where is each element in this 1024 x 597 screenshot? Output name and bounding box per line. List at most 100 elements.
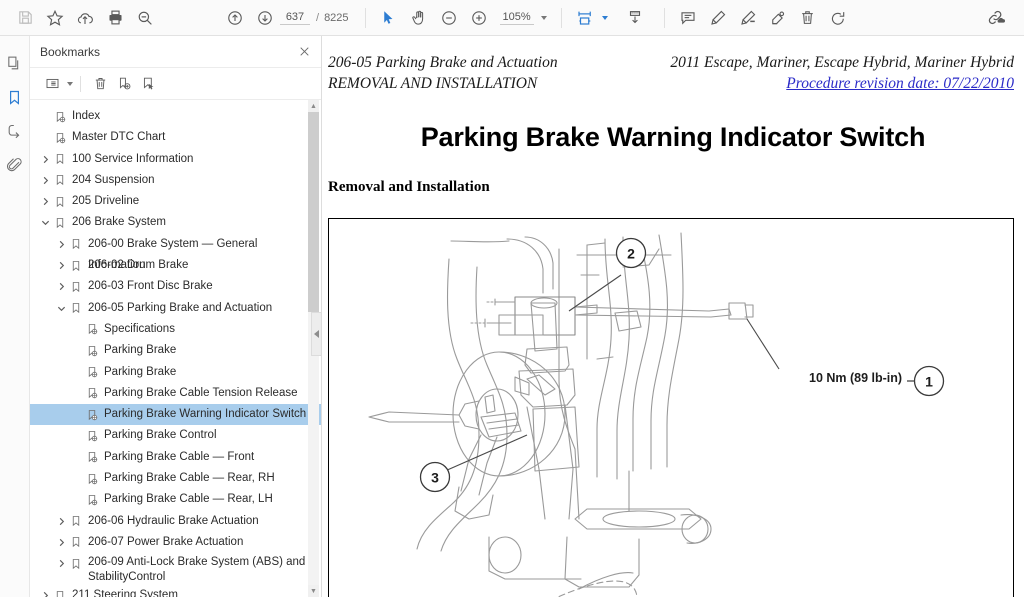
- bookmark-icon: [68, 234, 84, 255]
- fit-page-chevron-down-icon[interactable]: [602, 16, 608, 20]
- bookmark-item[interactable]: 206 Brake System: [30, 212, 321, 233]
- chevron-right-icon[interactable]: [54, 532, 68, 553]
- page-bookmark-icon: [84, 340, 100, 361]
- bookmark-item[interactable]: Parking Brake Cable — Rear, LH: [30, 489, 321, 510]
- share-link-icon[interactable]: [980, 4, 1010, 32]
- bookmarks-tree[interactable]: IndexMaster DTC Chart100 Service Informa…: [30, 100, 321, 597]
- bookmark-item[interactable]: 205 Driveline: [30, 191, 321, 212]
- bookmark-item[interactable]: 211 Steering System: [30, 585, 321, 597]
- bookmark-item-label: 206-07 Power Brake Actuation: [88, 532, 243, 553]
- bookmark-item-label: Parking Brake: [104, 340, 176, 361]
- chevron-down-icon[interactable]: [54, 298, 68, 319]
- zoom-level-control[interactable]: 105%: [500, 11, 547, 25]
- chevron-right-icon[interactable]: [54, 276, 68, 297]
- chevron-right-icon[interactable]: [38, 191, 52, 212]
- scroll-mode-icon[interactable]: [620, 4, 650, 32]
- scroll-down-icon[interactable]: ▼: [308, 585, 319, 597]
- bookmark-item[interactable]: Parking Brake: [30, 340, 321, 361]
- chevron-down-icon[interactable]: [38, 212, 52, 233]
- chevron-down-icon[interactable]: [541, 16, 547, 20]
- page-bookmark-icon: [52, 106, 68, 127]
- page-number-input[interactable]: 637: [280, 11, 310, 25]
- print-icon[interactable]: [100, 4, 130, 32]
- chevron-right-icon[interactable]: [38, 170, 52, 191]
- bookmark-options-icon[interactable]: [40, 73, 64, 95]
- scroll-up-icon[interactable]: ▲: [308, 100, 319, 112]
- rotate-icon[interactable]: [823, 4, 853, 32]
- bookmark-item[interactable]: Master DTC Chart: [30, 127, 321, 148]
- comment-icon[interactable]: [673, 4, 703, 32]
- chevron-right-icon[interactable]: [54, 553, 68, 574]
- hand-tool-icon[interactable]: [404, 4, 434, 32]
- bookmark-icon: [52, 170, 68, 191]
- collapse-panel-handle[interactable]: [311, 312, 322, 356]
- zoom-level-value[interactable]: 105%: [500, 11, 534, 25]
- header-section-title: 206-05 Parking Brake and Actuation: [328, 52, 558, 73]
- bookmark-icon: [68, 511, 84, 532]
- stamp-icon[interactable]: [763, 4, 793, 32]
- header-procedure-type: REMOVAL AND INSTALLATION: [328, 73, 558, 94]
- new-bookmark-icon[interactable]: [112, 73, 136, 95]
- cloud-upload-icon[interactable]: [70, 4, 100, 32]
- bookmarks-panel-title: Bookmarks: [40, 45, 295, 59]
- bookmark-item[interactable]: Parking Brake Cable — Rear, RH: [30, 468, 321, 489]
- bookmark-item[interactable]: 206-06 Hydraulic Brake Actuation: [30, 511, 321, 532]
- bookmark-item-label: Master DTC Chart: [72, 127, 165, 148]
- bookmark-item-selected[interactable]: Parking Brake Warning Indicator Switch: [30, 404, 321, 425]
- bookmark-icon: [52, 585, 68, 597]
- bookmark-item[interactable]: 206-07 Power Brake Actuation: [30, 532, 321, 553]
- bookmark-item[interactable]: Specifications: [30, 319, 321, 340]
- chevron-right-icon[interactable]: [54, 234, 68, 255]
- navigation-rail: [0, 36, 30, 597]
- next-page-icon[interactable]: [250, 4, 280, 32]
- bookmarks-icon[interactable]: [0, 80, 30, 114]
- toolbar-divider-2: [561, 8, 562, 28]
- page-bookmark-icon: [84, 404, 100, 425]
- signature-pen-icon[interactable]: [733, 4, 763, 32]
- bookmark-item[interactable]: 206-00 Brake System — General Informatio…: [30, 234, 321, 255]
- delete-bookmark-icon[interactable]: [88, 73, 112, 95]
- bookmark-item-label: 206-02 Drum Brake: [88, 255, 188, 276]
- delete-icon[interactable]: [793, 4, 823, 32]
- bookmark-item[interactable]: Parking Brake: [30, 362, 321, 383]
- bookmark-item[interactable]: 206-03 Front Disc Brake: [30, 276, 321, 297]
- page-thumbnails-icon[interactable]: [0, 46, 30, 80]
- document-header-left: 206-05 Parking Brake and Actuation REMOV…: [328, 52, 558, 94]
- procedure-revision-date-link[interactable]: Procedure revision date: 07/22/2010: [786, 75, 1014, 92]
- bookmark-item[interactable]: Parking Brake Cable Tension Release: [30, 383, 321, 404]
- bookmark-item[interactable]: Index: [30, 106, 321, 127]
- attachments-icon[interactable]: [0, 148, 30, 182]
- bookmark-options-chevron-down-icon[interactable]: [67, 82, 73, 86]
- bookmark-item[interactable]: 206-05 Parking Brake and Actuation: [30, 298, 321, 319]
- bookmark-item[interactable]: 204 Suspension: [30, 170, 321, 191]
- select-tool-icon[interactable]: [374, 4, 404, 32]
- fit-page-icon[interactable]: [570, 4, 600, 32]
- bookmark-item-label: Parking Brake Cable — Front: [104, 447, 254, 468]
- scrollbar-thumb[interactable]: [308, 112, 319, 312]
- section-heading: Removal and Installation: [326, 179, 1020, 196]
- bookmark-item[interactable]: 100 Service Information: [30, 149, 321, 170]
- close-icon[interactable]: [295, 43, 313, 61]
- previous-page-icon[interactable]: [220, 4, 250, 32]
- chevron-left-icon: [314, 330, 319, 338]
- chevron-right-icon[interactable]: [38, 585, 52, 597]
- search-icon[interactable]: [130, 4, 160, 32]
- bookmark-item[interactable]: 206-09 Anti-Lock Brake System (ABS) and …: [30, 553, 321, 585]
- highlight-icon[interactable]: [703, 4, 733, 32]
- bookmark-item[interactable]: Parking Brake Cable — Front: [30, 447, 321, 468]
- chevron-right-icon[interactable]: [54, 255, 68, 276]
- page-bookmark-icon: [84, 319, 100, 340]
- save-icon[interactable]: [10, 4, 40, 32]
- chevron-right-icon[interactable]: [54, 511, 68, 532]
- zoom-in-icon[interactable]: [464, 4, 494, 32]
- page-bookmark-icon: [84, 489, 100, 510]
- edit-bookmark-icon[interactable]: [136, 73, 160, 95]
- bookmark-item[interactable]: Parking Brake Control: [30, 425, 321, 446]
- file-actions-group: [10, 4, 160, 32]
- bookmark-item-label: 100 Service Information: [72, 149, 193, 170]
- signature-icon[interactable]: [0, 114, 30, 148]
- chevron-right-icon[interactable]: [38, 149, 52, 170]
- star-icon[interactable]: [40, 4, 70, 32]
- document-viewer[interactable]: 206-05 Parking Brake and Actuation REMOV…: [322, 36, 1024, 597]
- zoom-out-icon[interactable]: [434, 4, 464, 32]
